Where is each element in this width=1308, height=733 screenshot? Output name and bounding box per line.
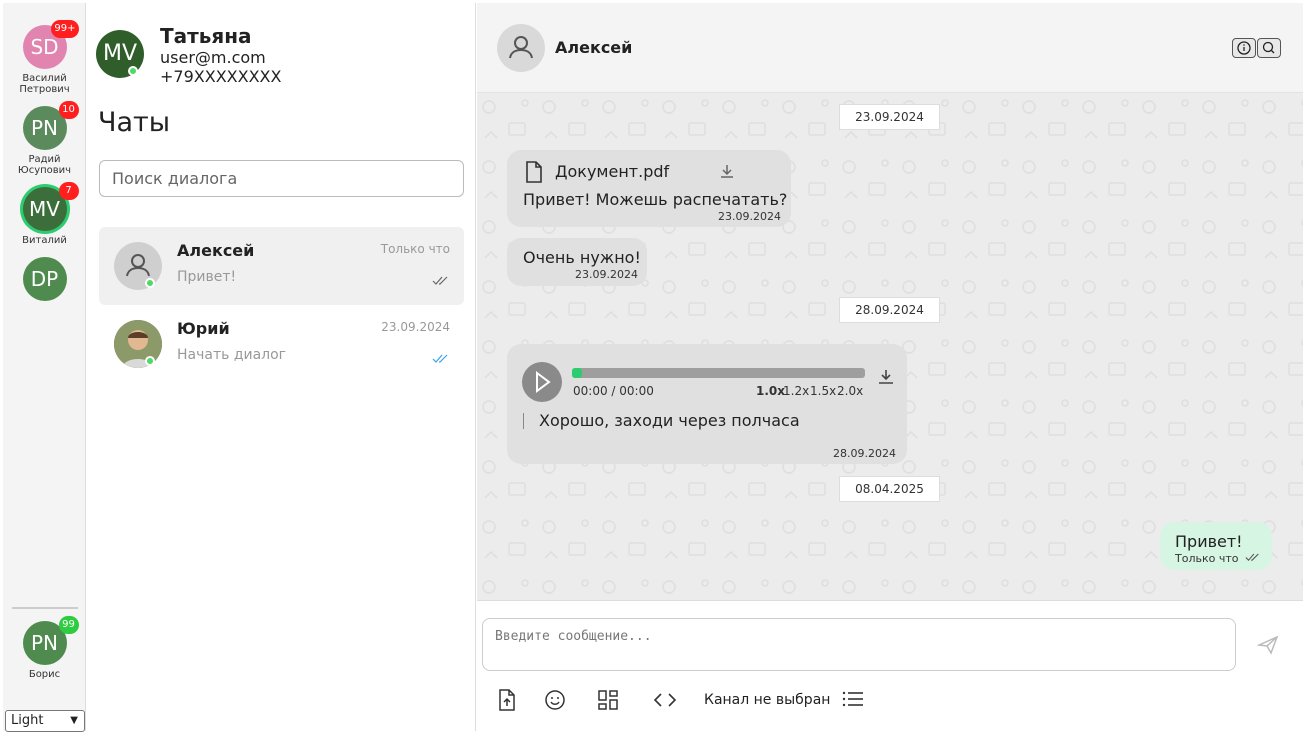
- message-bubble-audio[interactable]: 00:00 / 00:00 1.0x 1.2x 1.5x 2.0x Хорошо…: [507, 344, 907, 464]
- avatar: SD 99+: [22, 20, 79, 69]
- send-icon[interactable]: [1257, 635, 1279, 655]
- avatar[interactable]: [497, 24, 545, 72]
- message-text: Привет! Можешь распечатать?: [523, 190, 788, 209]
- message-list: 23.09.2024 Документ.pdf Привет! Можешь р…: [477, 93, 1303, 600]
- double-check-icon: [432, 276, 448, 285]
- unread-badge: 7: [58, 182, 79, 200]
- play-icon: [536, 371, 551, 393]
- profile-name: Татьяна: [160, 24, 252, 48]
- unread-badge: 10: [58, 101, 79, 119]
- channel-label: Канал не выбран: [704, 692, 831, 708]
- message-composer: Введите сообщение... Канал не выбран: [477, 600, 1303, 731]
- speed-option[interactable]: 1.0x: [756, 384, 785, 398]
- avatar-initials: PN: [30, 631, 59, 655]
- audio-caption: Хорошо, заходи через полчаса: [539, 411, 800, 430]
- conversation-pane: Алексей 23.09.2024 Документ.pdf Привет! …: [477, 3, 1303, 731]
- message-time: 23.09.2024: [718, 210, 781, 223]
- message-bubble-outgoing[interactable]: Привет! Только что: [1160, 522, 1272, 570]
- contacts-rail: SD 99+ Василий Петрович PN 10 Радий Юсуп…: [3, 3, 86, 732]
- audio-time: 00:00 / 00:00: [573, 384, 654, 398]
- rail-contact-radiy[interactable]: PN 10 Радий Юсупович: [3, 101, 86, 176]
- online-indicator: [145, 278, 155, 288]
- peer-name: Алексей: [555, 38, 633, 57]
- play-button[interactable]: [522, 362, 562, 402]
- online-indicator: [128, 66, 138, 76]
- rail-self-boris[interactable]: PN 99 Борис: [3, 616, 86, 680]
- chat-preview: Начать диалог: [177, 347, 287, 363]
- speed-option[interactable]: 2.0x: [837, 384, 863, 398]
- caption-quote-bar: [523, 413, 524, 429]
- message-input[interactable]: Введите сообщение...: [482, 618, 1236, 671]
- chat-name: Алексей: [177, 241, 255, 260]
- profile-avatar[interactable]: MV: [96, 30, 144, 78]
- chat-item-yuriy[interactable]: Юрий 23.09.2024 Начать диалог: [99, 305, 464, 383]
- profile-phone: +79XXXXXXXX: [160, 67, 282, 86]
- theme-select-value: Light: [11, 713, 44, 728]
- user-icon: [509, 36, 533, 59]
- avatar-initials: DP: [30, 267, 59, 291]
- search-input[interactable]: Поиск диалога: [99, 160, 464, 197]
- theme-select[interactable]: Light ▼: [5, 710, 85, 732]
- rail-contact-vasiliy[interactable]: SD 99+ Василий Петрович: [3, 20, 86, 95]
- date-separator: 08.04.2025: [839, 476, 940, 502]
- file-icon: [526, 161, 542, 183]
- audio-progress-bar[interactable]: [572, 368, 865, 378]
- message-time: 23.09.2024: [575, 268, 638, 281]
- message-time: 28.09.2024: [833, 447, 896, 460]
- chat-name: Юрий: [177, 319, 230, 338]
- rail-contact-vitaliy[interactable]: MV 7 Виталий: [3, 182, 86, 246]
- speed-option[interactable]: 1.5x: [810, 384, 836, 398]
- avatar-initials: MV: [102, 41, 138, 66]
- rail-contact-dp[interactable]: DP: [3, 257, 86, 301]
- speed-option[interactable]: 1.2x: [783, 384, 809, 398]
- page-title: Чаты: [98, 107, 171, 138]
- avatar-initials: SD: [30, 35, 59, 59]
- avatar: PN 99: [22, 616, 79, 665]
- rail-contact-name: Василий Петрович: [19, 73, 70, 95]
- avatar: DP: [22, 257, 67, 301]
- search-button[interactable]: [1257, 38, 1281, 58]
- double-check-icon: [1245, 553, 1259, 561]
- emoji-icon[interactable]: [544, 689, 566, 711]
- message-bubble[interactable]: Очень нужно! 23.09.2024: [507, 238, 647, 286]
- double-check-icon: [432, 354, 448, 363]
- attach-file-icon[interactable]: [497, 689, 517, 711]
- avatar-initials: PN: [30, 116, 59, 140]
- chat-time: 23.09.2024: [381, 320, 450, 334]
- widgets-icon[interactable]: [597, 689, 619, 711]
- unread-badge: 99: [58, 616, 79, 634]
- rail-divider: [12, 607, 78, 609]
- conversation-header: Алексей: [477, 3, 1303, 93]
- code-icon[interactable]: [653, 689, 677, 711]
- search-icon: [1262, 41, 1275, 54]
- download-icon[interactable]: [877, 368, 895, 386]
- date-separator: 28.09.2024: [839, 297, 940, 323]
- unread-badge: 99+: [51, 20, 79, 38]
- rail-contact-name: Виталий: [22, 235, 67, 246]
- chat-preview: Привет!: [177, 269, 237, 285]
- info-icon: [1237, 41, 1251, 55]
- message-bubble-document[interactable]: Документ.pdf Привет! Можешь распечатать?…: [507, 150, 791, 227]
- chat-list-panel: MV Татьяна user@m.com +79XXXXXXXX Чаты П…: [87, 3, 476, 731]
- avatar-initials: MV: [29, 197, 60, 221]
- list-icon[interactable]: [842, 689, 864, 709]
- profile-email: user@m.com: [160, 48, 266, 67]
- date-separator: 23.09.2024: [839, 104, 940, 130]
- message-text: Привет!: [1175, 532, 1243, 551]
- avatar: PN 10: [22, 101, 79, 150]
- chat-time: Только что: [380, 242, 450, 256]
- chat-item-aleksey[interactable]: Алексей Только что Привет!: [99, 227, 464, 305]
- chevron-down-icon: ▼: [70, 715, 78, 726]
- message-time: Только что: [1175, 552, 1239, 565]
- message-text: Очень нужно!: [523, 248, 641, 267]
- audio-progress-fill: [572, 368, 582, 378]
- document-name: Документ.pdf: [555, 162, 670, 181]
- avatar: MV 7: [22, 182, 79, 231]
- download-icon[interactable]: [719, 163, 735, 179]
- rail-contact-name: Радий Юсупович: [17, 154, 72, 176]
- rail-contact-name: Борис: [28, 669, 61, 680]
- online-indicator: [145, 356, 155, 366]
- info-button[interactable]: [1232, 38, 1256, 58]
